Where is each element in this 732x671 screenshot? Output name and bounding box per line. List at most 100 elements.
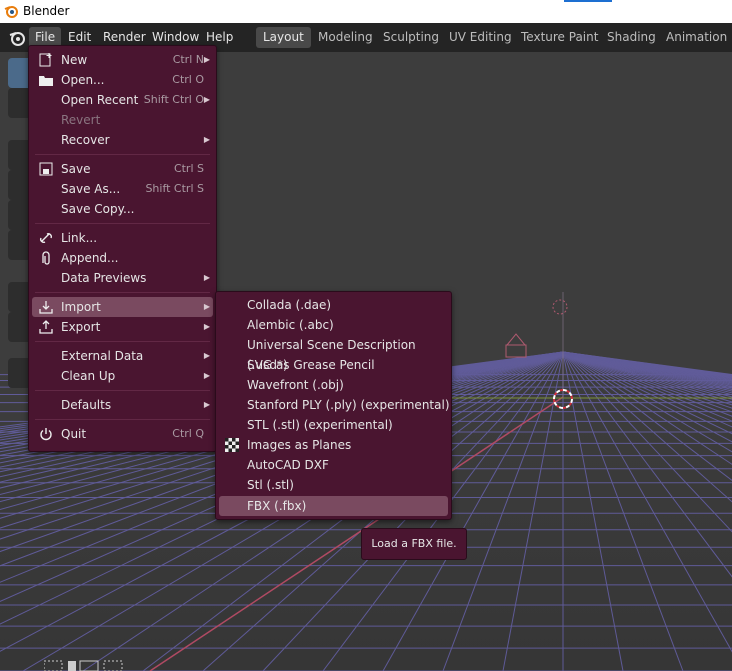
submenu-arrow-icon: ▶ (203, 322, 210, 331)
file-menu-new-shortcut: Ctrl N (172, 53, 204, 66)
file-menu-new-label: New (61, 53, 88, 67)
file-menu-quit-label: Quit (61, 427, 87, 441)
file-menu-revert-label: Revert (61, 113, 101, 127)
file-menu-open-recent-shortcut: Shift Ctrl O (143, 93, 204, 106)
submenu-arrow-icon: ▶ (203, 55, 210, 64)
import-images-as-planes[interactable]: Images as Planes (216, 435, 451, 455)
menu-separator (35, 223, 210, 224)
append-icon (42, 251, 50, 265)
submenu-arrow-icon: ▶ (203, 400, 210, 409)
file-menu-save-shortcut: Ctrl S (173, 162, 204, 175)
blender-logo-icon (4, 6, 18, 18)
menu-separator (35, 341, 210, 342)
submenu-arrow-icon: ▶ (203, 273, 210, 282)
quit-icon (40, 428, 52, 441)
file-menu-open-shortcut: Ctrl O (172, 73, 204, 86)
tab-sculpting[interactable]: Sculpting (376, 27, 446, 48)
menu-separator (35, 154, 210, 155)
menu-separator (35, 419, 210, 420)
import-alembic[interactable]: Alembic (.abc) (216, 315, 451, 335)
import-stl-experimental[interactable]: STL (.stl) (experimental) (216, 415, 451, 435)
window-titlebar: Blender (0, 0, 732, 23)
bottom-status-icons (43, 659, 140, 671)
file-menu-external-data-label: External Data (61, 349, 144, 363)
tab-modeling[interactable]: Modeling (311, 27, 380, 48)
import-collada-label: Collada (.dae) (247, 298, 332, 312)
link-icon (40, 233, 52, 243)
import-images-as-planes-label: Images as Planes (247, 438, 352, 452)
file-menu-save-copy-label: Save Copy... (61, 202, 135, 216)
fbx-tooltip: Load a FBX file. (361, 528, 467, 560)
import-fbx-label: FBX (.fbx) (247, 499, 307, 513)
file-menu-data-previews-label: Data Previews (61, 271, 147, 285)
import-stanford-ply-label: Stanford PLY (.ply) (experimental) (247, 398, 450, 412)
import-autocad-dxf[interactable]: AutoCAD DXF (216, 455, 451, 475)
file-menu-clean-up-label: Clean Up (61, 369, 116, 383)
tab-animation[interactable]: Animation (659, 27, 732, 48)
file-menu-append[interactable]: Append... (29, 248, 216, 268)
file-menu-open[interactable]: Open... Ctrl O (29, 70, 216, 90)
file-menu-open-recent-label: Open Recent (61, 93, 139, 107)
file-menu-import[interactable]: Import ▶ (32, 297, 213, 317)
file-menu-save-copy[interactable]: Save Copy... (29, 199, 216, 219)
import-svg-grease-pencil[interactable]: SVG as Grease Pencil (216, 355, 451, 375)
file-menu-export[interactable]: Export ▶ (29, 317, 216, 337)
checker-image-icon (225, 438, 239, 452)
file-menu-quit-shortcut: Ctrl Q (172, 427, 204, 440)
tab-texture-paint[interactable]: Texture Paint (514, 27, 605, 48)
import-usd[interactable]: Universal Scene Description (.usd*) (216, 335, 451, 372)
import-icon (39, 301, 53, 314)
import-wavefront[interactable]: Wavefront (.obj) (216, 375, 451, 395)
submenu-arrow-icon: ▶ (203, 351, 210, 360)
file-menu-open-label: Open... (61, 73, 105, 87)
file-menu-revert: Revert (29, 110, 216, 130)
tab-layout[interactable]: Layout (256, 27, 311, 48)
import-fbx[interactable]: FBX (.fbx) (219, 496, 448, 516)
import-submenu: Collada (.dae) Alembic (.abc) Universal … (215, 291, 452, 520)
submenu-arrow-icon: ▶ (203, 302, 210, 311)
import-svg-grease-pencil-label: SVG as Grease Pencil (247, 358, 375, 372)
file-menu-quit[interactable]: Quit Ctrl Q (29, 424, 216, 444)
file-menu-external-data[interactable]: External Data ▶ (29, 346, 216, 366)
window-title: Blender (23, 4, 70, 18)
titlebar-accent (564, 0, 612, 2)
file-menu-open-recent[interactable]: Open Recent Shift Ctrl O ▶ (29, 90, 216, 110)
file-menu-link-label: Link... (61, 231, 98, 245)
file-menu-save-as-shortcut: Shift Ctrl S (145, 182, 204, 195)
submenu-arrow-icon: ▶ (203, 95, 210, 104)
tab-uv-editing[interactable]: UV Editing (442, 27, 519, 48)
submenu-arrow-icon: ▶ (203, 371, 210, 380)
import-stl-experimental-label: STL (.stl) (experimental) (247, 418, 393, 432)
file-menu-append-label: Append... (61, 251, 119, 265)
file-menu-new[interactable]: New Ctrl N ▶ (29, 50, 216, 70)
submenu-arrow-icon: ▶ (203, 135, 210, 144)
file-menu-save-label: Save (61, 162, 91, 176)
import-autocad-dxf-label: AutoCAD DXF (247, 458, 329, 472)
file-menu-dropdown: New Ctrl N ▶ Open... Ctrl O Open Recent … (28, 45, 217, 452)
import-wavefront-label: Wavefront (.obj) (247, 378, 344, 392)
export-icon (39, 320, 53, 334)
file-menu-save-as[interactable]: Save As... Shift Ctrl S (29, 179, 216, 199)
blender-menu-icon[interactable] (8, 29, 26, 47)
file-menu-save[interactable]: Save Ctrl S (29, 159, 216, 179)
file-menu-import-label: Import (61, 300, 101, 314)
file-menu-defaults[interactable]: Defaults ▶ (29, 395, 216, 415)
file-menu-clean-up[interactable]: Clean Up ▶ (29, 366, 216, 386)
import-alembic-label: Alembic (.abc) (247, 318, 334, 332)
save-icon (39, 162, 53, 176)
tab-shading[interactable]: Shading (600, 27, 663, 48)
file-menu-defaults-label: Defaults (61, 398, 112, 412)
menu-separator (35, 390, 210, 391)
new-file-icon (39, 53, 52, 67)
import-stanford-ply[interactable]: Stanford PLY (.ply) (experimental) (216, 395, 451, 415)
import-collada[interactable]: Collada (.dae) (216, 295, 451, 315)
file-menu-export-label: Export (61, 320, 101, 334)
file-menu-save-as-label: Save As... (61, 182, 121, 196)
import-stl[interactable]: Stl (.stl) (216, 475, 451, 495)
file-menu-link[interactable]: Link... (29, 228, 216, 248)
menu-separator (35, 292, 210, 293)
file-menu-data-previews[interactable]: Data Previews ▶ (29, 268, 216, 288)
import-stl-label: Stl (.stl) (247, 478, 294, 492)
file-menu-recover[interactable]: Recover ▶ (29, 130, 216, 150)
file-menu-recover-label: Recover (61, 133, 110, 147)
